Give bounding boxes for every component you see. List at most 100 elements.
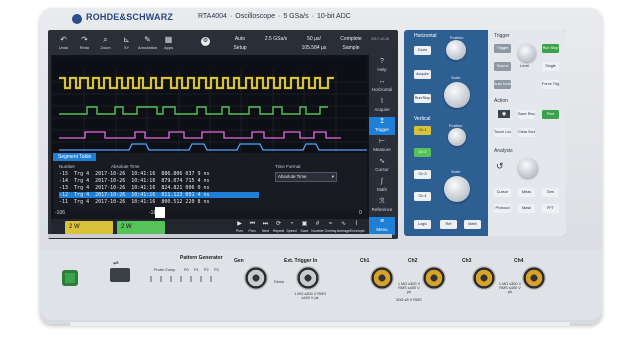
ch1-chip[interactable]: 2 W [65,221,113,234]
sidebar-acquire[interactable]: ⌇ Acquire [369,97,395,115]
sidebar-measure[interactable]: ⊢ Measure [369,137,395,155]
navigation-knob[interactable] [518,158,538,178]
source-key[interactable]: Source [494,62,511,71]
status-setup[interactable]: Auto Setup [225,35,255,53]
logic-key[interactable]: Logic [414,220,431,229]
zoom-button[interactable]: ⌕ Zoom [96,34,115,54]
analysis-section-title: Analysis [494,148,513,154]
touch-lock-key[interactable]: Touch Lock [494,128,511,137]
envelope-button[interactable]: ⌇ Envelope [350,220,365,235]
camera-icon[interactable]: ◉ [498,110,510,118]
trigger-key[interactable]: Trigger [494,44,511,53]
table-row[interactable]: -11 Trg 4 2017-10-26 10:41:16 800.512 22… [59,199,259,205]
cursor-icon: ∿ [379,158,385,165]
envelope-icon: ⌇ [355,221,358,227]
settings-icon[interactable]: ⚙ [201,37,210,46]
run-stop-trigger-key[interactable]: Run Stop [542,44,559,53]
sidebar-trigger[interactable]: ↥ Trigger [369,117,395,135]
run-stop-key[interactable]: Run/Stop [414,94,431,103]
single-key[interactable]: Single [542,62,559,71]
trigger-level-knob[interactable] [518,44,536,62]
prev-button[interactable]: ⏮ Prev. [246,220,259,235]
sidebar-horizontal[interactable]: ↔ Horizontal [369,77,395,95]
help-icon: ? [380,58,384,65]
ch2-bnc-connector[interactable] [422,266,446,290]
clear-screen-key[interactable]: Clear Screen [518,128,535,137]
redo-button[interactable]: ↷ Redo [75,34,94,54]
table-row[interactable]: -14 Trg 4 2017-10-26 10:41:16 879.074 71… [59,178,259,184]
ch1-key[interactable]: Ch 1 [414,126,431,135]
display-screen: ↶ Undo ↷ Redo ⌕ Zoom ⊾ XY ✎ Annotation ▦ Apps … [48,30,398,239]
back-arrow-icon[interactable]: ↺ [496,161,504,172]
math-icon: ∫ [381,178,383,185]
ch3-key[interactable]: Ch 3 [414,170,431,179]
ch-spec-right: 1 MΩ ≤300 V RMS ≤400 V pk [498,282,522,294]
usb-port[interactable] [110,268,130,282]
vertical-position-knob[interactable] [448,128,466,146]
ch2-key[interactable]: Ch 2 [414,148,431,157]
cursor-key[interactable]: Cursor [494,188,511,197]
xy-icon: ⊾ [123,35,130,44]
sidebar-cursor[interactable]: ∿ Cursor [369,157,395,175]
xy-button[interactable]: ⊾ XY [117,34,136,54]
undo-icon: ↶ [60,35,67,44]
play-button[interactable]: ▶ Prev [233,220,246,235]
next-button[interactable]: ⏭ Next [259,220,272,235]
ch4-key[interactable]: Ch 4 [414,192,431,201]
force-trigger-key[interactable]: Force Trigger [542,80,559,89]
protocol-key[interactable]: Protocol [494,204,511,213]
reference-icon: ℛ [379,198,385,205]
fft-key[interactable]: FFT [542,204,559,213]
horizontal-scale-label: Scale [451,76,461,80]
vertical-position-label: Position [449,124,463,128]
status-sample-rate[interactable]: 2.5 GSa/s [259,35,293,53]
save-recall-key[interactable]: Save Recall [518,110,535,119]
undo-button[interactable]: ↶ Undo [54,34,73,54]
segment-slider-handle[interactable] [155,207,165,218]
auto-norm-key[interactable]: Auto Norm [494,80,511,89]
status-acquisition[interactable]: Complete Sample [334,35,368,53]
mask-key[interactable]: Mask [518,204,535,213]
speed-button[interactable]: ◔ Speed [285,220,298,235]
ch2-chip[interactable]: 2 W [117,221,165,234]
ext-trigger-bnc-connector[interactable] [296,266,320,290]
acquire-key[interactable]: Acquire [414,70,431,79]
table-row[interactable]: -13 Trg 4 2017-10-26 10:41:16 824.821 00… [59,185,259,191]
status-timebase[interactable]: 50 µs/105.584 µs [297,35,331,53]
sidebar-menu[interactable]: ≡ Menu [369,217,395,235]
repeat-button[interactable]: ⟳ Repeat [272,220,285,235]
p1-label: P1 [194,268,199,272]
horizontal-icon: ↔ [378,78,386,85]
apps-button[interactable]: ▦ Apps [159,34,178,54]
horizontal-position-knob[interactable] [446,40,466,60]
ch4-bnc-connector[interactable] [522,266,546,290]
time-format-select[interactable]: Absolute Time ▾ [275,172,337,182]
ch-spec-50ohm: 50Ω ≤5 V RMS [396,298,422,302]
clock-readout: 2017-10-26 [371,37,389,41]
math-key[interactable]: Math [464,220,481,229]
sidebar-math[interactable]: ∫ Math [369,177,395,195]
tab-segment-table[interactable]: Segment Table [53,153,97,161]
probe-pins[interactable] [150,276,220,282]
ch1-bnc-connector[interactable] [370,266,394,290]
meas-key[interactable]: Meas [518,188,535,197]
number-button[interactable]: # Number [311,220,324,235]
average-button[interactable]: ∿ Average [337,220,350,235]
print-key[interactable]: Print [542,110,559,119]
table-row[interactable]: -15 Trg 4 2017-10-26 10:41:16 886.806 03… [59,171,259,177]
ch3-bnc-connector[interactable] [472,266,496,290]
timebar-right-label: 0 [359,210,362,216]
vertical-scale-knob[interactable] [444,176,470,202]
overlay-button[interactable]: ≈ Overlay [324,220,337,235]
gen-key[interactable]: Gen [542,188,559,197]
ref-key[interactable]: Ref [440,220,457,229]
table-row-selected[interactable]: -12 Trg 4 2017-10-26 10:41:16 811.123 00… [59,192,259,198]
power-button[interactable] [62,270,78,286]
annotation-button[interactable]: ✎ Annotation [138,34,157,54]
horizontal-scale-knob[interactable] [444,82,470,108]
sidebar-help[interactable]: ? Help [369,57,395,75]
gen-bnc-connector[interactable] [244,266,268,290]
zoom-key[interactable]: Zoom [414,46,431,55]
sidebar-reference[interactable]: ℛ Reference [369,197,395,215]
save-button[interactable]: ▣ Save [298,220,311,235]
